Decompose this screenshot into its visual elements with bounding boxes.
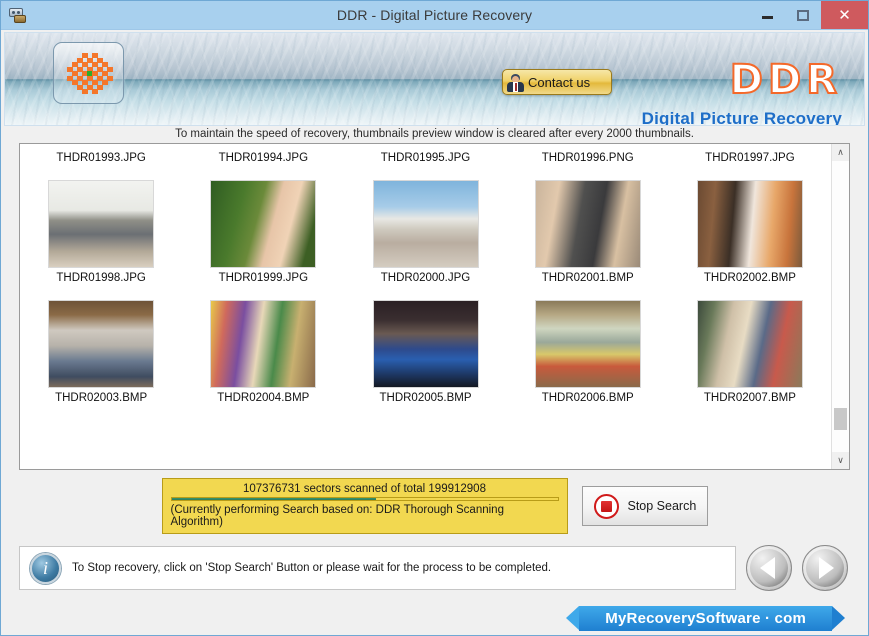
thumbnail-filename: THDR02006.BMP [541, 392, 634, 404]
info-icon: i [30, 552, 61, 584]
thumbnail-filename: THDR01993.JPG [56, 152, 146, 164]
scroll-up-button[interactable]: ∧ [832, 144, 849, 161]
thumbnail-image[interactable] [210, 300, 317, 388]
thumbnail-item[interactable]: THDR01999.JPG [182, 180, 344, 284]
title-bar: DDR - Digital Picture Recovery ✕ [1, 1, 868, 30]
info-message-box: i To Stop recovery, click on 'Stop Searc… [19, 546, 736, 590]
thumbnail-item[interactable]: THDR02003.BMP [20, 300, 182, 404]
scan-progress-bar [170, 497, 559, 501]
thumbnail-item[interactable]: THDR02006.BMP [507, 300, 669, 404]
person-icon [507, 73, 524, 92]
thumbnail-item[interactable]: THDR02007.BMP [669, 300, 831, 404]
thumbnail-row: THDR02003.BMP THDR02004.BMP THDR02005.BMP T… [20, 300, 831, 404]
scan-progress-panel: 107376731 sectors scanned of total 19991… [161, 478, 568, 534]
thumbnail-item[interactable]: THDR01994.JPG [182, 152, 344, 164]
thumbnail-item[interactable]: THDR01993.JPG [20, 152, 182, 164]
thumbnail-filename: THDR02000.JPG [380, 272, 471, 284]
camera-icon [8, 7, 28, 25]
close-button[interactable]: ✕ [821, 1, 868, 29]
scroll-track[interactable] [832, 161, 849, 452]
thumbnail-filename: THDR01994.JPG [218, 152, 309, 164]
thumbnail-notice: To maintain the speed of recovery, thumb… [175, 128, 694, 140]
thumbnail-filename: THDR01998.JPG [56, 272, 146, 284]
scan-progress-fill [171, 498, 377, 500]
thumbnail-item[interactable]: THDR02002.BMP [669, 180, 831, 284]
thumbnail-filename: THDR02003.BMP [55, 392, 148, 404]
thumbnail-scrollbar[interactable]: ∧ ∨ [831, 144, 849, 469]
maximize-button[interactable] [785, 1, 821, 29]
scan-algorithm-text: (Currently performing Search based on: D… [170, 504, 504, 528]
scroll-down-button[interactable]: ∨ [832, 452, 849, 469]
thumbnail-image[interactable] [48, 300, 155, 388]
thumbnail-item[interactable]: THDR02005.BMP [344, 300, 506, 404]
stop-search-button[interactable]: Stop Search [581, 486, 708, 526]
thumbnail-image[interactable] [696, 180, 803, 268]
thumbnail-item[interactable]: THDR01996.PNG [507, 152, 669, 164]
thumbnail-filename: THDR01996.PNG [541, 152, 634, 164]
window-controls: ✕ [749, 1, 868, 29]
bottom-brand-bar: MyRecoverySoftware · com [1, 593, 868, 635]
checkerboard-logo-icon [53, 42, 124, 104]
thumbnail-filename: THDR01997.JPG [705, 152, 795, 164]
thumbnail-item[interactable]: THDR02000.JPG [344, 180, 506, 284]
thumbnail-image[interactable] [48, 180, 155, 268]
thumbnail-image[interactable] [372, 180, 479, 268]
website-ribbon[interactable]: MyRecoverySoftware · com [566, 606, 845, 631]
thumbnail-item[interactable]: THDR02004.BMP [182, 300, 344, 404]
thumbnail-grid[interactable]: THDR01993.JPG THDR01994.JPG THDR01995.JPG T… [20, 144, 831, 469]
thumbnail-filename: THDR02002.BMP [703, 272, 796, 284]
thumbnail-filename: THDR02005.BMP [379, 392, 472, 404]
thumbnail-item[interactable]: THDR01995.JPG [344, 152, 506, 164]
window-title: DDR - Digital Picture Recovery [336, 7, 533, 23]
thumbnail-image[interactable] [696, 300, 803, 388]
brand-subtitle: Digital Picture Recovery [641, 109, 842, 126]
thumbnail-panel: THDR01993.JPG THDR01994.JPG THDR01995.JPG T… [19, 143, 850, 470]
thumbnail-filename: THDR02001.BMP [541, 272, 634, 284]
footer-row: i To Stop recovery, click on 'Stop Searc… [19, 543, 850, 593]
application-window: DDR - Digital Picture Recovery ✕ Contact… [0, 0, 869, 636]
contact-us-button[interactable]: Contact us [502, 69, 612, 95]
progress-row: 107376731 sectors scanned of total 19991… [1, 475, 868, 537]
info-message-text: To Stop recovery, click on 'Stop Search'… [72, 562, 552, 574]
brand-logo-text: DDR [729, 56, 842, 104]
thumbnail-image[interactable] [534, 300, 641, 388]
thumbnail-item[interactable]: THDR02001.BMP [507, 180, 669, 284]
thumbnail-filename: THDR02007.BMP [703, 392, 796, 404]
stop-square-icon [593, 493, 619, 519]
thumbnail-image[interactable] [210, 180, 317, 268]
thumbnail-item[interactable]: THDR01997.JPG [669, 152, 831, 164]
thumbnail-row: THDR01993.JPG THDR01994.JPG THDR01995.JPG T… [20, 152, 831, 164]
stop-search-label: Stop Search [627, 499, 697, 513]
thumbnail-filename: THDR01999.JPG [218, 272, 309, 284]
next-arrow-icon[interactable] [802, 545, 848, 591]
navigation-buttons [746, 545, 850, 591]
header-banner: Contact us DDR Digital Picture Recovery [4, 32, 865, 126]
contact-us-label: Contact us [528, 74, 591, 90]
thumbnail-row: THDR01998.JPG THDR01999.JPG THDR02000.JPG T… [20, 180, 831, 284]
minimize-button[interactable] [749, 1, 785, 29]
thumbnail-filename: THDR01995.JPG [380, 152, 471, 164]
thumbnail-image[interactable] [534, 180, 641, 268]
scroll-thumb[interactable] [834, 408, 847, 430]
thumbnail-item[interactable]: THDR01998.JPG [20, 180, 182, 284]
thumbnail-filename: THDR02004.BMP [217, 392, 310, 404]
previous-arrow-icon[interactable] [746, 545, 792, 591]
sectors-status-text: 107376731 sectors scanned of total 19991… [243, 483, 486, 495]
thumbnail-image[interactable] [372, 300, 479, 388]
